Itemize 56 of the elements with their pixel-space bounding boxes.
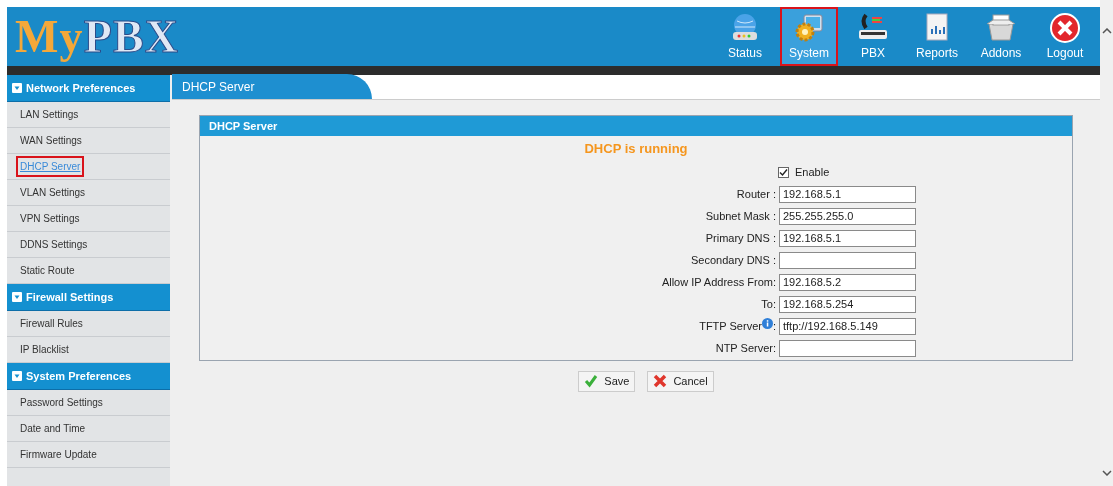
nav-tab[interactable]: Status xyxy=(716,7,774,66)
sidebar-link[interactable]: Firewall Rules xyxy=(20,316,83,331)
text-field[interactable]: tftp://192.168.5.149 xyxy=(779,317,916,335)
checkbox-icon[interactable] xyxy=(778,167,789,178)
field-label: : xyxy=(772,318,776,334)
field-label: Allow IP Address From: xyxy=(661,274,776,290)
field-label: Router : xyxy=(736,186,776,202)
text-field[interactable]: 192.168.5.1 xyxy=(779,185,916,203)
cross-icon xyxy=(653,374,668,388)
text-field[interactable]: 255.255.255.0 xyxy=(779,207,916,225)
sidebar-link[interactable]: WAN Settings xyxy=(20,133,82,148)
sidebar-link[interactable]: VLAN Settings xyxy=(20,185,86,200)
nav-tab[interactable]: PBX xyxy=(844,7,902,66)
scroll-down-icon[interactable] xyxy=(1101,470,1112,476)
sidebar-link[interactable]: Static Route xyxy=(20,263,75,278)
nav-tab[interactable]: Logout xyxy=(1036,7,1094,66)
check-icon xyxy=(584,374,599,388)
field-label: Subnet Mask : xyxy=(705,208,776,224)
field-label: NTP Server: xyxy=(715,340,776,356)
sidebar-section-header[interactable]: Network Preferences xyxy=(7,75,170,102)
status-text: DHCP is running xyxy=(584,140,688,158)
text-field[interactable] xyxy=(779,251,916,269)
text-field[interactable]: 192.168.5.254 xyxy=(779,295,916,313)
save-button[interactable]: Save xyxy=(578,370,636,392)
sidebar-link[interactable]: Firmware Update xyxy=(20,447,97,462)
sidebar-link[interactable]: IP Blacklist xyxy=(20,342,69,357)
scroll-up-icon[interactable] xyxy=(1101,28,1112,34)
cancel-button[interactable]: Cancel xyxy=(647,370,714,392)
sidebar-section-header[interactable]: System Preferences xyxy=(7,363,170,390)
sidebar-link[interactable]: Date and Time xyxy=(20,421,86,436)
sidebar-link[interactable]: DDNS Settings xyxy=(20,237,88,252)
panel-title: DHCP Server xyxy=(200,116,1072,136)
enable-checkbox[interactable]: Enable xyxy=(778,164,830,181)
logo: MyPBX xyxy=(15,13,180,60)
collapse-icon xyxy=(12,83,22,93)
sidebar-link[interactable]: Password Settings xyxy=(20,395,103,410)
nav-tab[interactable]: Reports xyxy=(908,7,966,66)
field-label: Primary DNS : xyxy=(705,230,776,246)
collapse-icon xyxy=(12,371,22,381)
field-label: TFTP Server xyxy=(699,318,762,334)
text-field[interactable]: 192.168.5.1 xyxy=(779,229,916,247)
page-tab[interactable]: DHCP Server xyxy=(172,74,372,99)
scrollbar[interactable] xyxy=(1100,0,1113,486)
nav-tab[interactable]: Addons xyxy=(972,7,1030,66)
sidebar-link[interactable]: LAN Settings xyxy=(20,107,79,122)
box-icon xyxy=(985,12,1017,44)
sidebar-section-header[interactable]: Firewall Settings xyxy=(7,284,170,311)
info-icon[interactable] xyxy=(761,318,773,329)
text-field[interactable] xyxy=(779,339,916,357)
field-label: To: xyxy=(761,296,776,312)
field-label: Secondary DNS : xyxy=(691,252,776,268)
collapse-icon xyxy=(12,292,22,302)
text-field[interactable]: 192.168.5.2 xyxy=(779,273,916,291)
gear-icon xyxy=(793,12,825,44)
sidebar-link[interactable]: VPN Settings xyxy=(20,211,80,226)
close-icon xyxy=(1049,12,1081,44)
